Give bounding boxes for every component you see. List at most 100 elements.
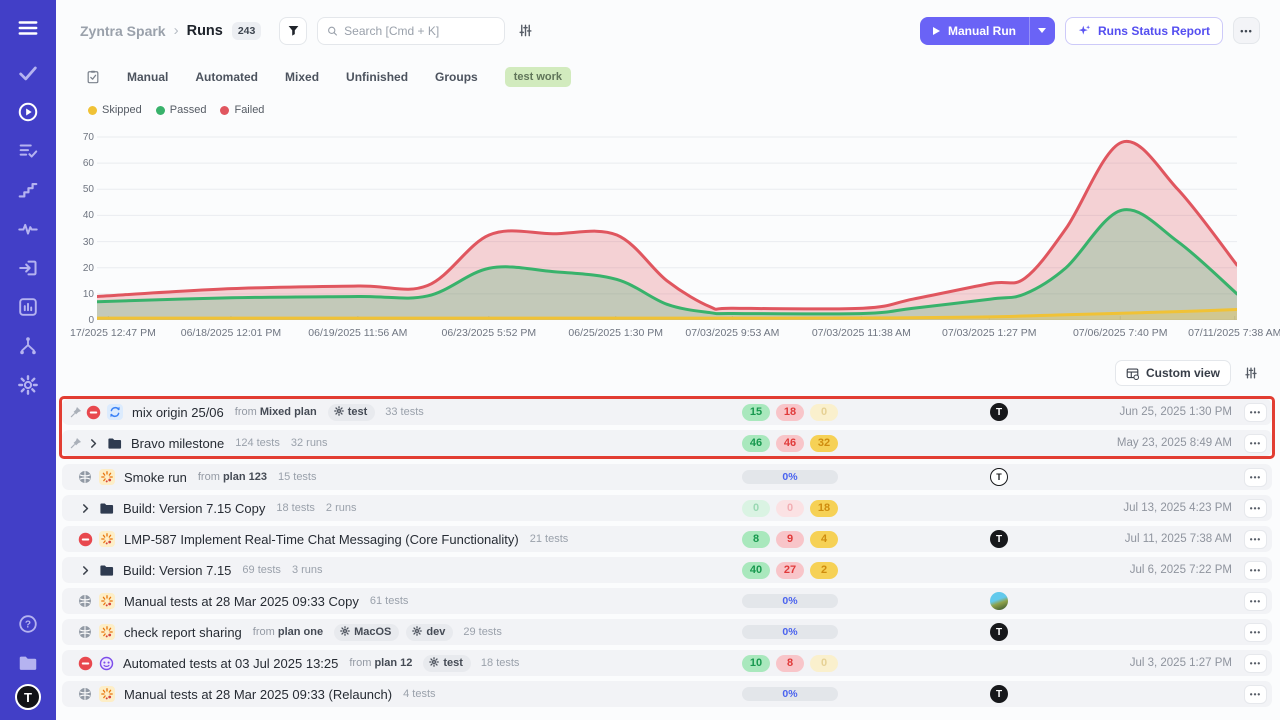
- run-from: from Mixed plan: [235, 406, 317, 418]
- row-more-button[interactable]: •••: [1244, 530, 1267, 549]
- steps-icon[interactable]: [9, 172, 47, 208]
- assignee-avatar[interactable]: T: [990, 403, 1008, 421]
- legend-item-skipped[interactable]: Skipped: [88, 104, 142, 116]
- run-row[interactable]: check report sharingfrom plan oneMacOSde…: [62, 619, 1272, 645]
- run-row[interactable]: Bravo milestone124 tests32 runs464632May…: [62, 430, 1272, 456]
- search-box[interactable]: [317, 17, 505, 45]
- run-row[interactable]: Smoke runfrom plan 12315 tests0%T•••: [62, 464, 1272, 490]
- tag-test[interactable]: test: [328, 404, 376, 421]
- row-more-button[interactable]: •••: [1244, 468, 1267, 487]
- result-progress: 0%: [742, 470, 838, 484]
- runs-status-report-label: Runs Status Report: [1098, 24, 1210, 38]
- globe-status-icon: [77, 594, 93, 608]
- filter-button[interactable]: [279, 17, 307, 45]
- legend-item-failed[interactable]: Failed: [220, 104, 264, 116]
- result-progress: 0%: [742, 687, 838, 701]
- expand-chevron-icon[interactable]: [77, 565, 93, 576]
- assignee-avatar[interactable]: T: [990, 685, 1008, 703]
- run-row[interactable]: Manual tests at 28 Mar 2025 09:33 (Relau…: [62, 681, 1272, 707]
- table-gear-icon: [1126, 367, 1139, 380]
- folder-run-icon: [99, 501, 114, 516]
- expand-chevron-icon[interactable]: [77, 503, 93, 514]
- run-title[interactable]: Manual tests at 28 Mar 2025 09:33 Copy: [124, 594, 359, 609]
- assignee-avatar[interactable]: T: [990, 623, 1008, 641]
- assignee-avatar[interactable]: [990, 592, 1008, 610]
- run-row[interactable]: Build: Version 7.15 Copy18 tests2 runs00…: [62, 495, 1272, 521]
- list-check-icon[interactable]: [9, 133, 47, 169]
- row-more-button[interactable]: •••: [1244, 403, 1267, 422]
- run-row[interactable]: Manual tests at 28 Mar 2025 09:33 Copy61…: [62, 588, 1272, 614]
- page-title: Runs: [187, 23, 223, 39]
- assignee-avatar[interactable]: T: [990, 468, 1008, 486]
- runs-status-report-button[interactable]: Runs Status Report: [1065, 17, 1223, 45]
- run-title[interactable]: LMP-587 Implement Real-Time Chat Messagi…: [124, 532, 519, 547]
- row-more-button[interactable]: •••: [1244, 434, 1267, 453]
- clipboard-check-icon[interactable]: [86, 70, 100, 84]
- user-avatar[interactable]: T: [15, 684, 41, 710]
- row-more-button[interactable]: •••: [1244, 561, 1267, 580]
- view-settings-icon[interactable]: [1244, 366, 1258, 380]
- row-more-button[interactable]: •••: [1244, 654, 1267, 673]
- run-title[interactable]: check report sharing: [124, 625, 242, 640]
- legend-item-passed[interactable]: Passed: [156, 104, 207, 116]
- tag-macos[interactable]: MacOS: [334, 624, 399, 641]
- folder-icon[interactable]: [9, 645, 47, 681]
- play-circle-icon[interactable]: [9, 94, 47, 130]
- branch-icon[interactable]: [9, 328, 47, 364]
- failed-count: 8: [776, 655, 804, 672]
- row-more-button[interactable]: •••: [1244, 623, 1267, 642]
- gear-icon: [340, 626, 350, 639]
- x-axis-label: 06/18/2025 12:01 PM: [181, 327, 281, 339]
- x-axis-label: 07/03/2025 1:27 PM: [942, 327, 1037, 339]
- tag-test[interactable]: test: [423, 655, 471, 672]
- manual-run-icon: [99, 593, 115, 609]
- bar-chart-icon[interactable]: [9, 289, 47, 325]
- run-test-counts: 18 tests2 runs: [276, 502, 356, 514]
- run-title[interactable]: Build: Version 7.15 Copy: [123, 501, 265, 516]
- gear-icon[interactable]: [9, 367, 47, 403]
- import-icon[interactable]: [9, 250, 47, 286]
- progress-bar: 0%: [742, 470, 838, 484]
- tab-mixed[interactable]: Mixed: [285, 70, 319, 84]
- expand-chevron-icon[interactable]: [85, 438, 101, 449]
- y-axis-label: 10: [74, 289, 94, 300]
- row-more-button[interactable]: •••: [1244, 592, 1267, 611]
- manual-run-dropdown[interactable]: [1029, 17, 1055, 45]
- run-test-counts: 124 tests32 runs: [235, 437, 327, 449]
- run-title[interactable]: Smoke run: [124, 470, 187, 485]
- run-title[interactable]: Manual tests at 28 Mar 2025 09:33 (Relau…: [124, 687, 392, 702]
- row-more-button[interactable]: •••: [1244, 499, 1267, 518]
- menu-icon[interactable]: [9, 10, 47, 46]
- manual-run-button[interactable]: Manual Run: [920, 17, 1055, 45]
- manual-run-label: Manual Run: [948, 24, 1016, 38]
- run-title[interactable]: Build: Version 7.15: [123, 563, 231, 578]
- search-input[interactable]: [344, 24, 495, 38]
- run-title[interactable]: mix origin 25/06: [132, 405, 224, 420]
- search-settings-icon[interactable]: [518, 23, 533, 38]
- help-icon[interactable]: ?: [9, 606, 47, 642]
- tag-dev[interactable]: dev: [406, 624, 453, 641]
- run-row[interactable]: mix origin 25/06from Mixed plantest33 te…: [62, 399, 1272, 425]
- breadcrumb-project[interactable]: Zyntra Spark: [80, 23, 166, 39]
- pulse-icon[interactable]: [9, 211, 47, 247]
- run-row[interactable]: LMP-587 Implement Real-Time Chat Messagi…: [62, 526, 1272, 552]
- header-more-button[interactable]: •••: [1233, 17, 1260, 44]
- run-title[interactable]: Automated tests at 03 Jul 2025 13:25: [123, 656, 338, 671]
- row-more-button[interactable]: •••: [1244, 685, 1267, 704]
- check-icon[interactable]: [9, 55, 47, 91]
- tab-groups[interactable]: Groups: [435, 70, 478, 84]
- custom-view-button[interactable]: Custom view: [1115, 360, 1231, 386]
- tab-automated[interactable]: Automated: [195, 70, 258, 84]
- assignee-avatar[interactable]: T: [990, 530, 1008, 548]
- run-row[interactable]: Automated tests at 03 Jul 2025 13:25from…: [62, 650, 1272, 676]
- failed-count: 27: [776, 562, 804, 579]
- passed-count: 10: [742, 655, 770, 672]
- run-row[interactable]: Build: Version 7.1569 tests3 runs40272Ju…: [62, 557, 1272, 583]
- mixed-run-icon: [107, 404, 123, 420]
- tab-manual[interactable]: Manual: [127, 70, 168, 84]
- filter-chip-test-work[interactable]: test work: [505, 67, 571, 87]
- y-axis-label: 40: [74, 210, 94, 221]
- run-title[interactable]: Bravo milestone: [131, 436, 224, 451]
- gear-icon: [429, 657, 439, 670]
- tab-unfinished[interactable]: Unfinished: [346, 70, 408, 84]
